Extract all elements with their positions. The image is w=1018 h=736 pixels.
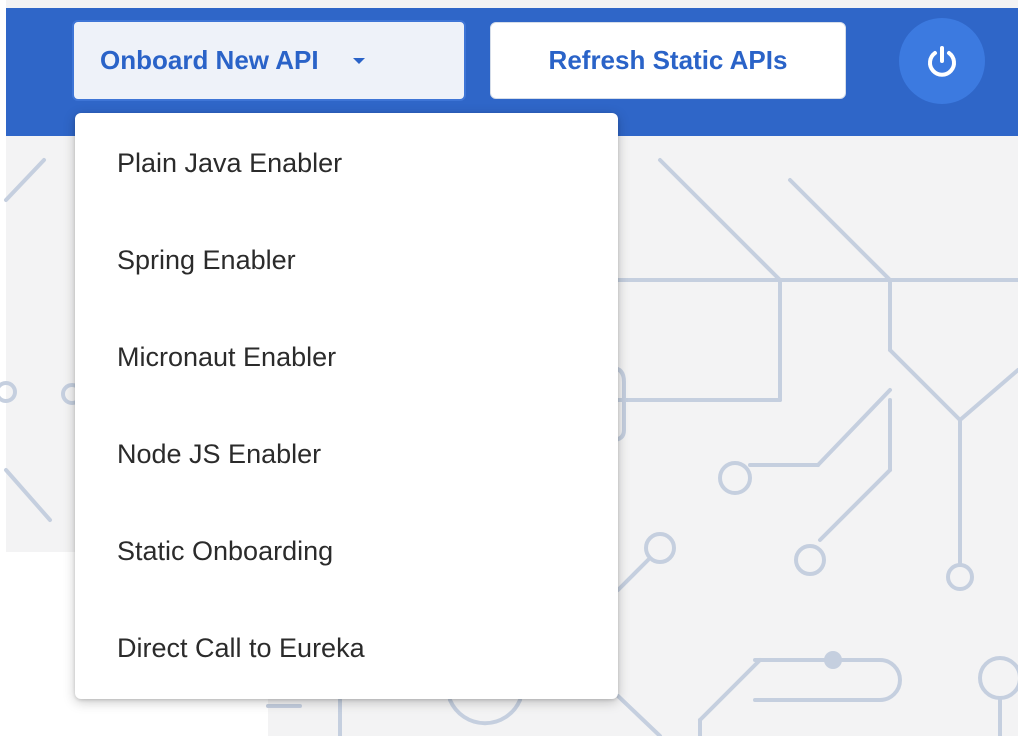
menu-item-label: Plain Java Enabler [117,148,343,178]
menu-item-direct-call-to-eureka[interactable]: Direct Call to Eureka [75,600,618,697]
refresh-static-apis-label: Refresh Static APIs [548,45,788,75]
menu-item-label: Micronaut Enabler [117,342,337,372]
menu-item-spring-enabler[interactable]: Spring Enabler [75,212,618,309]
onboard-dropdown-menu: Plain Java Enabler Spring Enabler Micron… [75,113,618,699]
refresh-static-apis-button[interactable]: Refresh Static APIs [490,22,846,99]
menu-item-node-js-enabler[interactable]: Node JS Enabler [75,406,618,503]
menu-item-plain-java-enabler[interactable]: Plain Java Enabler [75,115,618,212]
menu-item-label: Static Onboarding [117,536,334,566]
logout-button[interactable] [899,18,985,104]
onboard-new-api-button[interactable]: Onboard New API [72,20,466,101]
chevron-down-icon [352,57,365,64]
onboard-new-api-label: Onboard New API [100,45,319,75]
menu-item-static-onboarding[interactable]: Static Onboarding [75,503,618,600]
menu-item-label: Spring Enabler [117,245,296,275]
menu-item-label: Direct Call to Eureka [117,633,365,663]
menu-item-micronaut-enabler[interactable]: Micronaut Enabler [75,309,618,406]
menu-item-label: Node JS Enabler [117,439,322,469]
power-icon [928,46,956,77]
